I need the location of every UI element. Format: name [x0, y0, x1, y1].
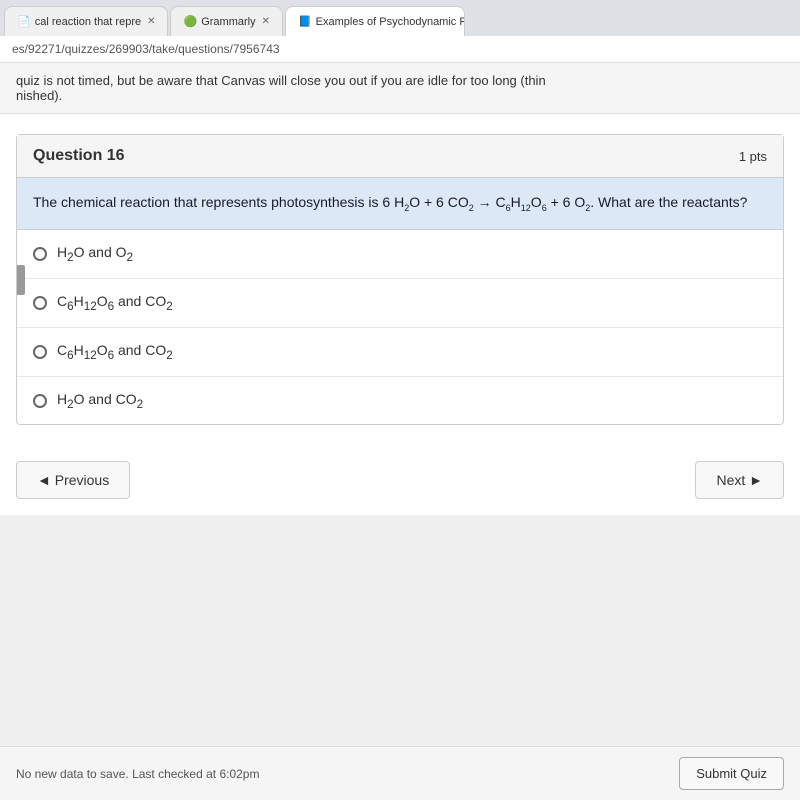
previous-button[interactable]: ◄ Previous [16, 461, 130, 499]
answer-option-d[interactable]: H2O and CO2 [17, 377, 783, 425]
question-prompt: The chemical reaction that represents ph… [17, 178, 783, 230]
tab-icon-grammarly: 🟢 [183, 15, 197, 28]
tab-close-grammarly[interactable]: ✕ [262, 16, 270, 27]
browser-tabs: 📄 cal reaction that repre ✕ 🟢 Grammarly … [0, 0, 800, 36]
tab-reaction[interactable]: 📄 cal reaction that repre ✕ [4, 6, 168, 36]
question-header: Question 16 1 pts [17, 135, 783, 178]
footer-status: No new data to save. Last checked at 6:0… [16, 767, 259, 781]
notice-text-line2: nished). [16, 88, 784, 103]
submit-quiz-button[interactable]: Submit Quiz [679, 757, 784, 790]
radio-b[interactable] [33, 296, 47, 310]
tab-icon-psychodynamic: 📘 [298, 15, 312, 28]
radio-d[interactable] [33, 394, 47, 408]
tab-psychodynamic[interactable]: 📘 Examples of Psychodynamic P... ✕ [285, 6, 465, 36]
radio-a[interactable] [33, 247, 47, 261]
notice-text-line1: quiz is not timed, but be aware that Can… [16, 73, 784, 88]
answer-label-a: H2O and O2 [57, 244, 133, 264]
notice-bar: quiz is not timed, but be aware that Can… [0, 63, 800, 114]
tab-grammarly[interactable]: 🟢 Grammarly ✕ [170, 6, 282, 36]
answer-label-d: H2O and CO2 [57, 391, 143, 411]
question-points: 1 pts [739, 149, 767, 164]
answer-option-a[interactable]: H2O and O2 [17, 230, 783, 279]
answer-options: H2O and O2 C6H12O6 and CO2 C6H12O6 and C… [17, 230, 783, 424]
page-content: quiz is not timed, but be aware that Can… [0, 63, 800, 515]
answer-option-c[interactable]: C6H12O6 and CO2 [17, 328, 783, 377]
address-text[interactable]: es/92271/quizzes/269903/take/questions/7… [12, 42, 280, 56]
footer-bar: No new data to save. Last checked at 6:0… [0, 746, 800, 800]
tab-close-reaction[interactable]: ✕ [147, 16, 155, 27]
address-bar: es/92271/quizzes/269903/take/questions/7… [0, 36, 800, 63]
tab-icon-reaction: 📄 [17, 15, 31, 28]
bookmark-indicator [17, 265, 25, 295]
answer-label-b: C6H12O6 and CO2 [57, 293, 173, 313]
navigation-bar: ◄ Previous Next ► [0, 445, 800, 515]
radio-c[interactable] [33, 345, 47, 359]
next-button[interactable]: Next ► [695, 461, 784, 499]
answer-option-b[interactable]: C6H12O6 and CO2 [17, 279, 783, 328]
question-container: Question 16 1 pts The chemical reaction … [16, 134, 784, 425]
answer-label-c: C6H12O6 and CO2 [57, 342, 173, 362]
question-number: Question 16 [33, 147, 125, 165]
